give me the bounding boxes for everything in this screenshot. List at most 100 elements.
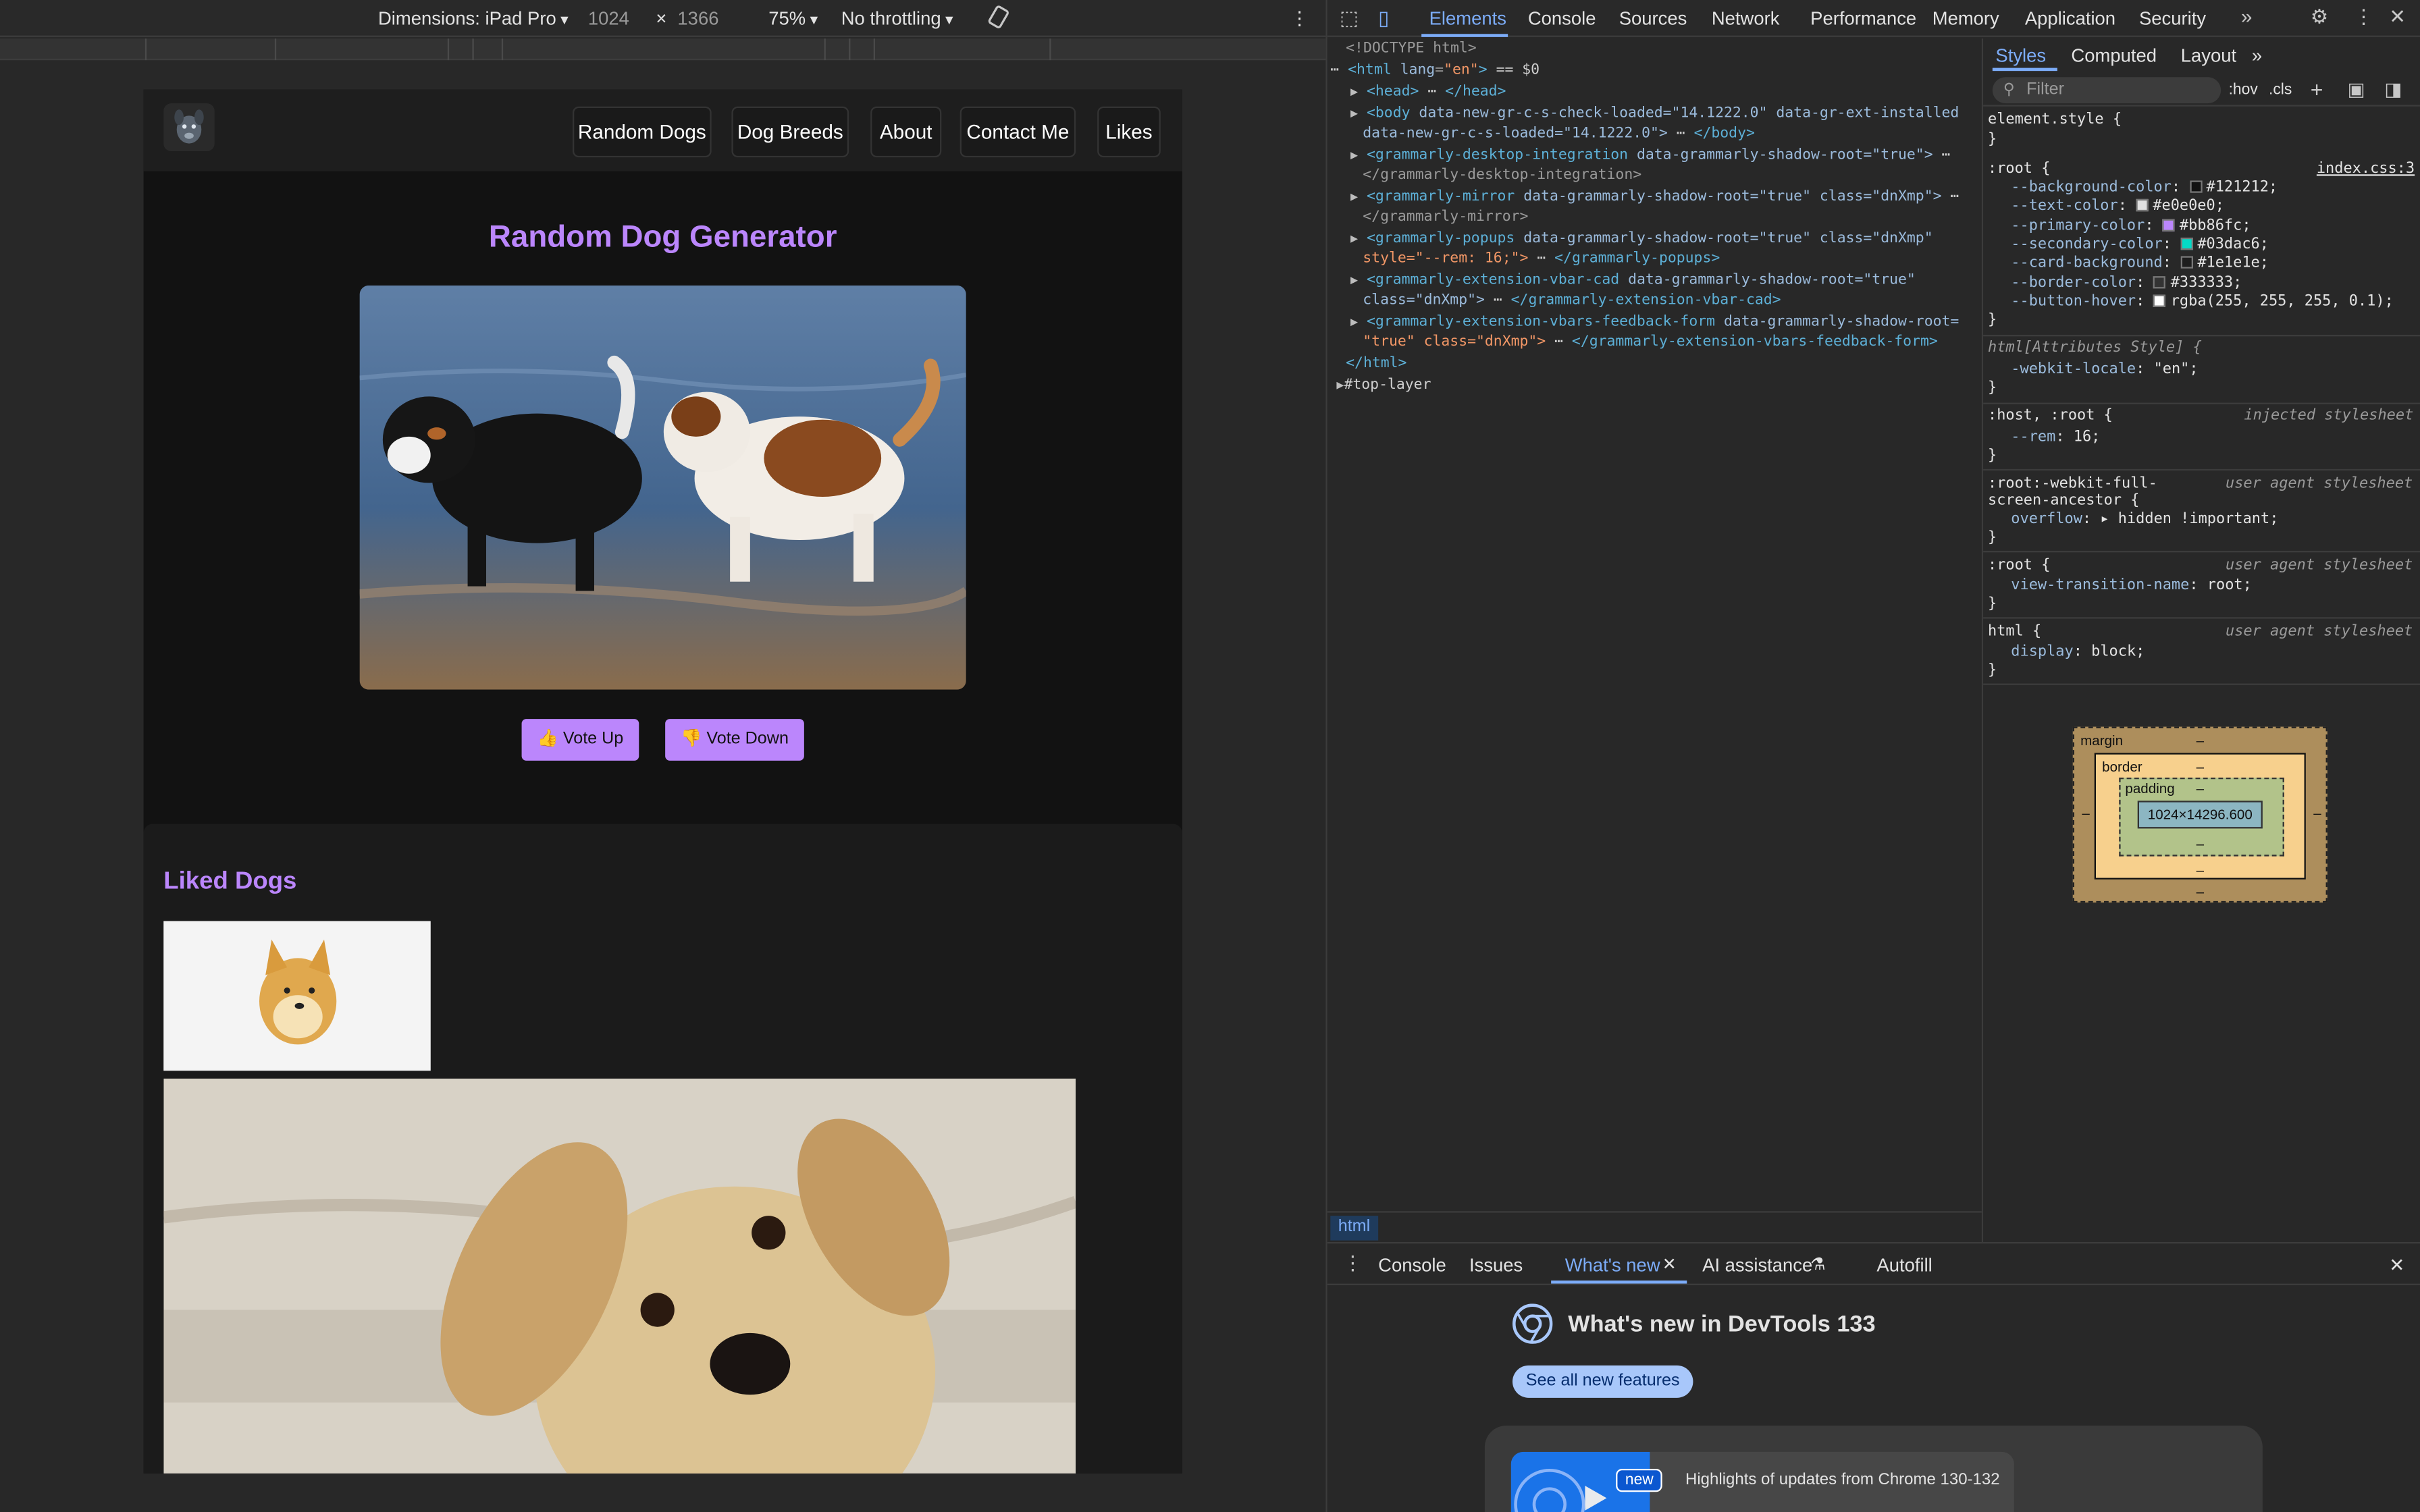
ua-source: user agent stylesheet (2226, 623, 2413, 641)
margin-right-value[interactable]: – (2313, 805, 2321, 821)
style-rules-lower: html[Attributes Style] { -webkit-locale:… (1988, 0, 2417, 725)
rule-close: } (1988, 447, 1997, 465)
style-declaration[interactable]: display: block; (2011, 643, 2145, 662)
width-input[interactable]: 1024 (588, 7, 629, 29)
fullscreen-selector-cont: screen-ancestor { (1988, 492, 2140, 510)
top-layer-node[interactable]: ▶#top-layer (1336, 377, 1431, 395)
root-ua-selector[interactable]: :root { (1988, 557, 2050, 575)
grammarly-desktop-node[interactable]: ▶ <grammarly-desktop-integration data-gr… (1350, 146, 1950, 165)
grammarly-popups-cont[interactable]: style="--rem: 16;"> ⋯ </grammarly-popups… (1363, 250, 1720, 268)
attr-style-selector[interactable]: html[Attributes Style] { (1988, 340, 2202, 358)
dom-tree[interactable]: <!DOCTYPE html> ⋯ <html lang="en"> == $0… (1327, 38, 1982, 1212)
html-node[interactable]: ⋯ <html lang="en"> == $0 (1330, 61, 1540, 80)
nav-about[interactable]: About (870, 106, 942, 158)
zoom-select[interactable]: 75% (768, 7, 818, 29)
border-bottom-value[interactable]: – (2197, 863, 2204, 878)
box-model-diagram[interactable]: margin – – – – border – – padding – – 10… (2072, 726, 2327, 903)
nav-likes[interactable]: Likes (1097, 106, 1161, 158)
more-options-icon[interactable]: ⋮ (1290, 7, 1309, 29)
tab-performance[interactable]: Performance (1810, 7, 1916, 29)
nav-contact-me[interactable]: Contact Me (959, 106, 1076, 158)
liked-dog-image (163, 921, 431, 1071)
device-toolbar-icon[interactable]: ▯ (1378, 6, 1389, 31)
throttling-select[interactable]: No throttling (841, 7, 953, 29)
grammarly-desktop-close: </grammarly-desktop-integration> (1363, 166, 1642, 184)
device-select[interactable]: Dimensions: iPad Pro (378, 7, 569, 29)
page-title: Random Dog Generator (488, 220, 837, 255)
close-tab-icon[interactable]: ✕ (1662, 1254, 1677, 1274)
host-root-selector[interactable]: :host, :root { (1988, 407, 2113, 425)
ua-source: user agent stylesheet (2226, 475, 2413, 493)
chrome-logo-icon (1512, 1303, 1553, 1351)
highlights-link[interactable]: new Highlights of updates from Chrome 13… (1510, 1451, 2014, 1512)
height-input[interactable]: 1366 (677, 7, 718, 29)
grammarly-vbar-cont[interactable]: class="dnXmp"> ⋯ </grammarly-extension-v… (1363, 292, 1781, 310)
ua-source: user agent stylesheet (2226, 557, 2413, 574)
style-declaration[interactable]: overflow: ▸ hidden !important; (2011, 511, 2278, 529)
flask-icon: ⚗ (1810, 1256, 1826, 1275)
nav-random-dogs[interactable]: Random Dogs (573, 106, 712, 158)
style-declaration[interactable]: --rem: 16; (2011, 429, 2100, 447)
margin-top-value[interactable]: – (2197, 733, 2204, 749)
margin-label: margin (2080, 732, 2124, 749)
vote-down-button[interactable]: 👎 Vote Down (665, 719, 804, 761)
rule-close: } (1988, 662, 1997, 679)
media-query-bar[interactable] (0, 38, 1326, 61)
head-node[interactable]: ▶ <head> ⋯ </head> (1350, 83, 1506, 101)
inspect-element-icon[interactable]: ⬚ (1340, 6, 1359, 31)
border-top-value[interactable]: – (2197, 759, 2204, 775)
padding-bottom-value[interactable]: – (2197, 836, 2204, 852)
drawer-tab-whats-new[interactable]: What's new (1565, 1254, 1660, 1276)
box-model-content[interactable]: 1024×14296.600 (2137, 801, 2263, 829)
tab-sources[interactable]: Sources (1619, 7, 1687, 29)
border-label: border (2102, 759, 2142, 775)
grammarly-mirror-node[interactable]: ▶ <grammarly-mirror data-grammarly-shado… (1350, 188, 1959, 207)
drawer-tab-issues[interactable]: Issues (1469, 1254, 1523, 1276)
box-model-border: border – – padding – – 1024×14296.600 (2094, 753, 2306, 880)
highlights-text: Highlights of updates from Chrome 130-13… (1685, 1470, 2000, 1489)
margin-bottom-value[interactable]: – (2197, 884, 2204, 900)
rotate-icon[interactable] (988, 5, 1009, 34)
site-logo[interactable] (163, 103, 215, 152)
emulated-viewport: Random Dogs Dog Breeds About Contact Me … (143, 89, 1182, 1474)
box-model-padding: padding – – 1024×14296.600 (2119, 778, 2284, 857)
grammarly-feedback-node[interactable]: ▶ <grammarly-extension-vbars-feedback-fo… (1350, 313, 1959, 331)
padding-top-value[interactable]: – (2197, 781, 2204, 796)
injected-source: injected stylesheet (2244, 407, 2414, 425)
liked-dogs-heading: Liked Dogs (163, 868, 297, 895)
tab-console[interactable]: Console (1528, 7, 1596, 29)
grammarly-feedback-cont[interactable]: "true" class="dnXmp"> ⋯ </grammarly-exte… (1363, 333, 1938, 352)
vote-up-button[interactable]: 👍 Vote Up (521, 719, 639, 761)
site-navbar: Random Dogs Dog Breeds About Contact Me … (143, 89, 1182, 171)
rule-close: } (1988, 595, 1997, 613)
body-node-cont[interactable]: data-new-gr-c-s-loaded="14.1222.0"> ⋯ </… (1363, 125, 1755, 143)
style-declaration[interactable]: view-transition-name: root; (2011, 577, 2252, 595)
doctype-node[interactable]: <!DOCTYPE html> (1346, 40, 1477, 58)
nav-dog-breeds[interactable]: Dog Breeds (731, 106, 849, 158)
rule-close: } (1988, 379, 1997, 397)
drawer-menu-icon[interactable]: ⋮ (1343, 1251, 1363, 1276)
drawer-tab-ai-assistance[interactable]: AI assistance (1702, 1254, 1812, 1276)
drawer-tab-console[interactable]: Console (1378, 1254, 1446, 1276)
device-toolbar: Dimensions: iPad Pro 1024 × 1366 75% No … (0, 0, 1326, 37)
close-drawer-icon[interactable]: ✕ (2389, 1254, 2404, 1276)
body-node[interactable]: ▶ <body data-new-gr-c-s-check-loaded="14… (1350, 105, 1959, 123)
fullscreen-selector[interactable]: :root:-webkit-full- (1988, 475, 2157, 493)
style-declaration[interactable]: -webkit-locale: "en"; (2011, 361, 2198, 379)
active-tab-indicator (1421, 34, 1508, 37)
margin-left-value[interactable]: – (2082, 805, 2089, 821)
tab-network[interactable]: Network (1712, 7, 1780, 29)
see-all-features-button[interactable]: See all new features (1512, 1365, 1693, 1398)
dimension-times: × (656, 7, 667, 30)
drawer-tab-autofill[interactable]: Autofill (1876, 1254, 1932, 1276)
liked-dog-image (163, 1078, 1076, 1474)
tab-elements[interactable]: Elements (1429, 7, 1506, 29)
html-ua-selector[interactable]: html { (1988, 623, 2041, 641)
breadcrumb-html[interactable]: html (1330, 1216, 1378, 1241)
breadcrumb: html (1327, 1211, 1982, 1243)
html-close-node: </html> (1346, 354, 1407, 372)
new-badge: new (1616, 1469, 1663, 1492)
grammarly-popups-node[interactable]: ▶ <grammarly-popups data-grammarly-shado… (1350, 230, 1933, 248)
grammarly-vbar-node[interactable]: ▶ <grammarly-extension-vbar-cad data-gra… (1350, 271, 1916, 290)
random-dog-image (359, 285, 966, 690)
